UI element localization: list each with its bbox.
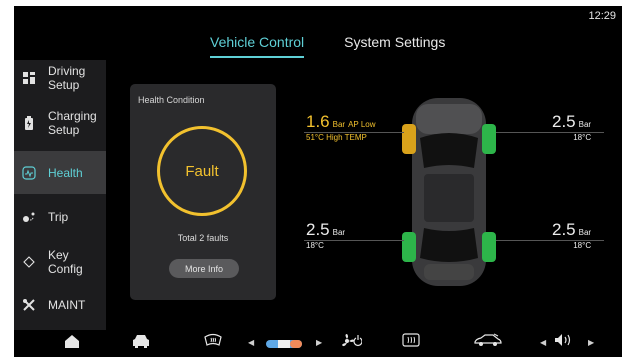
tire-front-right-marker [482,124,496,154]
tire-rear-right-marker [482,232,496,262]
fault-count: Total 2 faults [177,233,229,243]
sidebar-item-label: Health [48,165,83,180]
status-clock: 12:29 [588,10,616,22]
sidebar-item-health[interactable]: Health [14,151,106,194]
pressure-alert: AP Low [348,120,376,129]
tire-rear-left: 2.5 Bar 18°C [306,220,346,250]
tire-rear-right: 2.5 Bar 18°C [552,220,592,250]
temp-alert: High TEMP [326,133,367,142]
sidebar-item-maint[interactable]: MAINT [14,294,106,316]
sidebar-item-trip[interactable]: Trip [14,206,106,228]
health-icon [18,165,40,180]
wrench-icon [18,298,40,312]
key-icon [18,256,40,268]
tire-rear-left-marker [402,232,416,262]
tab-system-settings[interactable]: System Settings [344,34,445,58]
car-side-icon[interactable] [474,333,502,347]
tire-front-left: 1.6 Bar AP Low 51°C High TEMP [306,112,376,142]
sidebar-item-label: MAINT [48,298,86,312]
sidebar-item-label: Setup [48,78,80,92]
sidebar-item-key-config[interactable]: Key Config [14,245,106,279]
chevron-right-icon[interactable]: ▶ [316,338,322,347]
sidebar-item-label: Key [48,248,69,262]
sidebar-item-label: Config [48,262,83,276]
home-icon[interactable] [64,333,80,349]
car-top-view [402,98,496,286]
defrost-rear-icon[interactable] [402,333,420,347]
more-info-button[interactable]: More Info [169,259,239,278]
sidebar-item-driving-setup[interactable]: Driving Setup [14,62,106,94]
fan-icon[interactable] [340,333,362,349]
charging-icon [18,116,40,130]
top-tabs: Vehicle Control System Settings [210,34,485,58]
tab-vehicle-control[interactable]: Vehicle Control [210,34,305,58]
volume-icon[interactable] [554,333,576,347]
car-icon[interactable] [132,333,150,349]
driving-setup-icon [18,72,40,84]
health-status-text: Fault [185,162,219,180]
chevron-left-icon[interactable]: ◀ [540,338,546,347]
sidebar-item-label: Driving [48,64,86,78]
sidebar-item-label: Trip [48,210,69,224]
health-panel: Health Condition Fault Total 2 faults Mo… [130,84,276,300]
chevron-right-icon[interactable]: ▶ [588,338,594,347]
chevron-left-icon[interactable]: ◀ [248,338,254,347]
trip-icon [18,211,40,223]
defrost-front-icon[interactable] [204,333,222,347]
sidebar-item-label: Charging [48,109,97,123]
tire-front-right: 2.5 Bar 18°C [552,112,592,142]
infotainment-screen: 12:29 Vehicle Control System Settings Dr… [14,6,622,357]
sidebar-item-charging-setup[interactable]: Charging Setup [14,106,106,140]
health-status-ring: Fault [157,126,247,216]
tire-front-left-marker [402,124,416,154]
sidebar-item-label: Setup [48,123,80,137]
fan-temp-slider[interactable] [266,340,302,348]
sidebar: Driving Setup Charging Setup Health Trip K… [14,60,106,330]
panel-title: Health Condition [138,95,205,105]
